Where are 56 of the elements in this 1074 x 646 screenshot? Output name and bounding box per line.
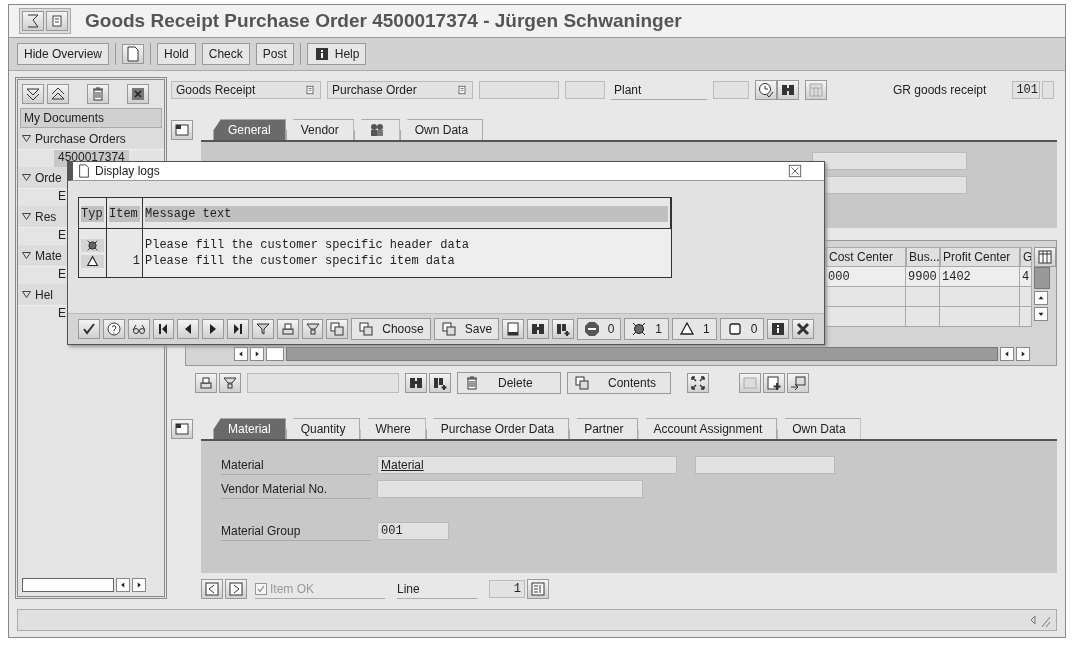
tab[interactable]: Where	[360, 418, 426, 439]
message-count-button[interactable]: 1	[672, 318, 717, 340]
table-cell: 9900	[906, 267, 940, 287]
tree-leaf[interactable]: E	[54, 228, 70, 245]
table-cell: 1402	[940, 267, 1020, 287]
field-label: Material	[221, 455, 371, 475]
reference-dropdown[interactable]: Purchase Order	[327, 81, 473, 99]
column-header[interactable]: Bus...	[906, 247, 940, 267]
field-label: Material Group	[221, 521, 371, 541]
tree-leaf[interactable]: E	[54, 306, 70, 323]
message-count-button[interactable]: 1	[624, 318, 669, 340]
window-title: Goods Receipt Purchase Order 4500017374 - Jürgen Schwaninger	[85, 10, 682, 32]
movement-type-field[interactable]: 101	[1012, 81, 1041, 99]
line-field[interactable]: 1	[489, 580, 525, 598]
tab[interactable]: Account Assignment	[638, 418, 778, 439]
table-cell: 4	[1020, 267, 1032, 287]
tree-header: My Documents	[20, 108, 162, 128]
contents-button[interactable]: Contents	[567, 372, 671, 394]
toolbar-button[interactable]: Post	[255, 43, 294, 65]
tab[interactable]: General	[213, 119, 286, 140]
field-label: GR goods receipt	[893, 83, 987, 97]
input-field[interactable]: Material	[377, 456, 677, 474]
transaction-dropdown[interactable]: Goods Receipt	[171, 81, 321, 99]
dialog-title: Display logs	[95, 164, 161, 178]
tab[interactable]: Quantity	[285, 418, 361, 439]
tab[interactable]: Own Data	[777, 418, 861, 439]
tab[interactable]: Purchase Order Data	[425, 418, 570, 439]
toolbar-button[interactable]: Help	[306, 43, 367, 65]
message-count-button[interactable]: 0	[576, 318, 622, 340]
column-header[interactable]: Typ	[81, 206, 104, 222]
field-label: Line	[397, 579, 477, 599]
save-button[interactable]: Save	[433, 318, 500, 340]
tab[interactable]: Material	[213, 418, 286, 439]
toolbar-button[interactable]: Hide Overview	[17, 43, 110, 65]
field-label: Plant	[611, 80, 707, 100]
toolbar-button[interactable]: Hold	[157, 43, 196, 65]
tab[interactable]: Vendor	[285, 119, 354, 140]
field-label: Vendor Material No.	[221, 479, 371, 499]
choose-button[interactable]: Choose	[351, 318, 431, 340]
column-header[interactable]: Cost Center	[826, 247, 906, 267]
message-count-button[interactable]: 0	[719, 318, 765, 340]
toolbar-button[interactable]: Check	[201, 43, 250, 65]
table-cell: 000	[826, 267, 906, 287]
message-text: Please fill the customer specific item data	[143, 253, 671, 277]
column-header[interactable]: Profit Center	[940, 247, 1020, 267]
delete-button[interactable]: Delete	[457, 372, 561, 394]
tree-leaf[interactable]: E	[54, 189, 70, 206]
column-header[interactable]: G	[1020, 247, 1032, 267]
tab[interactable]: Own Data	[399, 119, 484, 140]
input-field[interactable]: 001	[377, 522, 449, 540]
tab[interactable]: Partner	[569, 418, 639, 439]
message-text: Please fill the customer specific header data	[143, 229, 671, 253]
tree-node[interactable]: Purchase Orders	[18, 128, 164, 150]
column-header[interactable]: Item	[109, 206, 140, 222]
column-header[interactable]: Message text	[145, 206, 668, 222]
tree-leaf[interactable]: E	[54, 267, 70, 284]
